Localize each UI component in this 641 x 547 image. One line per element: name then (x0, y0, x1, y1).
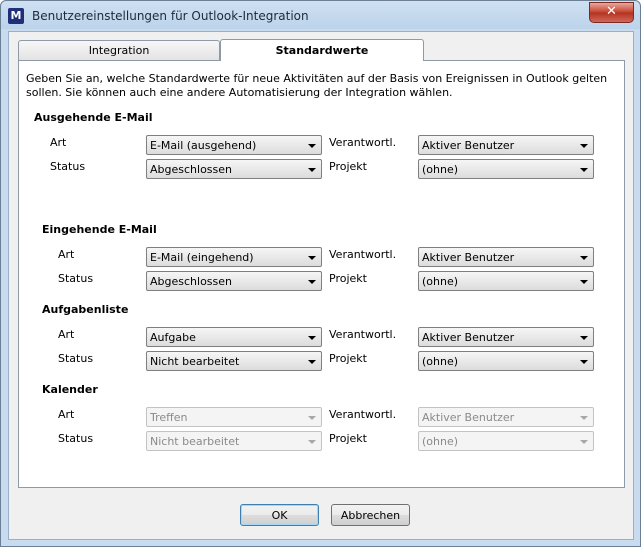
label-art: Art (58, 408, 75, 421)
label-verantwortl: Verantwortl. (329, 408, 397, 421)
label-status: Status (50, 160, 86, 173)
tab-standardwerte[interactable]: Standardwerte (220, 39, 424, 61)
aufgabe-verantwortl-select[interactable]: Aktiver Benutzer (418, 327, 594, 347)
dropdown-arrow-icon (580, 416, 588, 420)
select-value: (ohne) (422, 435, 459, 448)
select-value: Aktiver Benutzer (422, 139, 515, 152)
label-projekt: Projekt (329, 432, 367, 445)
dropdown-arrow-icon (308, 440, 316, 444)
label-verantwortl: Verantwortl. (329, 136, 397, 149)
label-verantwortl: Verantwortl. (329, 248, 397, 261)
eingehende-projekt-select[interactable]: (ohne) (418, 271, 594, 291)
label-status: Status (58, 272, 94, 285)
select-value: E-Mail (eingehend) (150, 251, 254, 264)
ausgehende-status-select[interactable]: Abgeschlossen (146, 159, 322, 179)
dropdown-arrow-icon (580, 336, 588, 340)
ok-button[interactable]: OK (240, 504, 319, 526)
section-title-aufgabenliste: Aufgabenliste (42, 303, 129, 316)
dropdown-arrow-icon (308, 168, 316, 172)
dropdown-arrow-icon (580, 168, 588, 172)
select-value: Aktiver Benutzer (422, 331, 515, 344)
title-bar: M Benutzereinstellungen für Outlook-Inte… (1, 1, 640, 31)
description-text: Geben Sie an, welche Standardwerte für n… (26, 72, 608, 99)
ausgehende-verantwortl-select[interactable]: Aktiver Benutzer (418, 135, 594, 155)
select-value: Aktiver Benutzer (422, 251, 515, 264)
dropdown-arrow-icon (308, 336, 316, 340)
label-verantwortl: Verantwortl. (329, 328, 397, 341)
aufgabe-art-select[interactable]: Aufgabe (146, 327, 322, 347)
ausgehende-art-select[interactable]: E-Mail (ausgehend) (146, 135, 322, 155)
app-logo-icon: M (8, 8, 24, 24)
kalender-projekt-select: (ohne) (418, 431, 594, 451)
label-art: Art (50, 136, 67, 149)
section-title-eingehende-email: Eingehende E-Mail (42, 223, 157, 236)
dialog-window: M Benutzereinstellungen für Outlook-Inte… (0, 0, 641, 547)
select-value: E-Mail (ausgehend) (150, 139, 257, 152)
aufgabe-projekt-select[interactable]: (ohne) (418, 351, 594, 371)
label-projekt: Projekt (329, 272, 367, 285)
dropdown-arrow-icon (580, 256, 588, 260)
select-value: (ohne) (422, 355, 459, 368)
eingehende-status-select[interactable]: Abgeschlossen (146, 271, 322, 291)
dropdown-arrow-icon (308, 144, 316, 148)
dropdown-arrow-icon (580, 440, 588, 444)
select-value: Aufgabe (150, 331, 196, 344)
select-value: Nicht bearbeitet (150, 435, 240, 448)
kalender-verantwortl-select: Aktiver Benutzer (418, 407, 594, 427)
dropdown-arrow-icon (580, 360, 588, 364)
select-value: (ohne) (422, 163, 459, 176)
select-value: Nicht bearbeitet (150, 355, 240, 368)
tab-integration[interactable]: Integration (18, 40, 220, 60)
label-status: Status (58, 432, 94, 445)
select-value: Abgeschlossen (150, 275, 232, 288)
aufgabe-status-select[interactable]: Nicht bearbeitet (146, 351, 322, 371)
close-icon: ✕ (606, 4, 617, 19)
select-value: Treffen (150, 411, 188, 424)
cancel-button[interactable]: Abbrechen (331, 504, 410, 526)
label-projekt: Projekt (329, 352, 367, 365)
label-art: Art (58, 248, 75, 261)
eingehende-art-select[interactable]: E-Mail (eingehend) (146, 247, 322, 267)
close-button[interactable]: ✕ (589, 2, 634, 23)
ausgehende-projekt-select[interactable]: (ohne) (418, 159, 594, 179)
section-title-ausgehende-email: Ausgehende E-Mail (34, 111, 153, 124)
label-art: Art (58, 328, 75, 341)
kalender-status-select: Nicht bearbeitet (146, 431, 322, 451)
dropdown-arrow-icon (308, 280, 316, 284)
dropdown-arrow-icon (308, 360, 316, 364)
select-value: (ohne) (422, 275, 459, 288)
select-value: Aktiver Benutzer (422, 411, 515, 424)
section-title-kalender: Kalender (42, 383, 98, 396)
dropdown-arrow-icon (308, 416, 316, 420)
label-status: Status (58, 352, 94, 365)
standardwerte-panel: Geben Sie an, welche Standardwerte für n… (18, 60, 625, 488)
dialog-client-area: Integration Standardwerte Geben Sie an, … (8, 31, 634, 540)
dropdown-arrow-icon (580, 280, 588, 284)
kalender-art-select: Treffen (146, 407, 322, 427)
eingehende-verantwortl-select[interactable]: Aktiver Benutzer (418, 247, 594, 267)
select-value: Abgeschlossen (150, 163, 232, 176)
dropdown-arrow-icon (308, 256, 316, 260)
label-projekt: Projekt (329, 160, 367, 173)
window-title: Benutzereinstellungen für Outlook-Integr… (32, 9, 309, 23)
dropdown-arrow-icon (580, 144, 588, 148)
